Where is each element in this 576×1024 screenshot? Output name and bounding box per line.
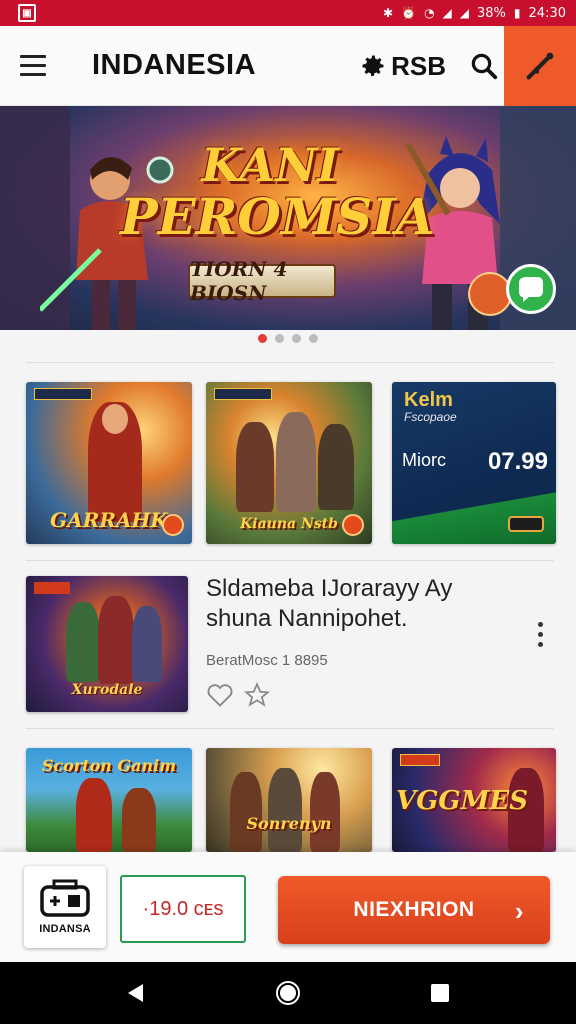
- list-item-thumbnail[interactable]: Xurodale: [26, 576, 188, 712]
- list-item-meta: BeratMosc 1 8895: [206, 652, 328, 669]
- status-bar: ▣ ✱ ⏰ ◔ ◢ ◢ 38% ▮ 24:30: [0, 0, 576, 26]
- action-label: RSB: [391, 50, 446, 81]
- chevron-right-icon: ›: [514, 896, 524, 926]
- search-icon: [471, 53, 498, 80]
- status-time: 24:30: [528, 5, 566, 21]
- recents-icon: [431, 984, 449, 1002]
- brand-label: INDANSA: [39, 923, 91, 935]
- list-item[interactable]: Xurodale Sldameba IJorarayy Ay shuna Nan…: [0, 562, 576, 722]
- play-icon[interactable]: [162, 514, 184, 536]
- system-nav-bar: [0, 962, 576, 1024]
- banner-title-line2: PEROMSIA: [120, 187, 435, 246]
- offer-subtitle: Fscopaoe: [404, 410, 457, 424]
- wand-icon: [526, 52, 554, 80]
- offer-price: 07.99: [487, 448, 548, 475]
- offer-tile[interactable]: Kelm Fscopaoe Miorc 07.99: [392, 382, 556, 544]
- recents-button[interactable]: [420, 973, 460, 1013]
- character-badge-icon[interactable]: [468, 272, 512, 316]
- offer-label: Miorc: [402, 450, 446, 470]
- gamepad-icon: [40, 879, 90, 917]
- divider: [26, 560, 554, 561]
- game-tile[interactable]: Kiauna Nstb: [206, 382, 372, 544]
- search-button[interactable]: [464, 46, 504, 86]
- battery-icon: ▮: [513, 6, 521, 20]
- divider: [26, 728, 554, 729]
- tile-badge: [400, 754, 440, 766]
- brand-logo[interactable]: INDANSA: [24, 866, 106, 948]
- signal-icon-2: ◢: [459, 6, 470, 20]
- offer-title: Kelm: [404, 389, 453, 411]
- back-icon: [128, 984, 143, 1002]
- game-tile[interactable]: VGGMES: [392, 748, 556, 852]
- tile-caption: Sonrenyn: [246, 814, 332, 833]
- divider: [26, 362, 554, 363]
- banner-subtitle: TIORN 4 BIOSN: [188, 257, 336, 305]
- gear-icon: [362, 55, 384, 77]
- carousel-dot[interactable]: [292, 334, 301, 343]
- price-field[interactable]: ·19.0 ᴄᴇs: [120, 875, 246, 943]
- list-item-title-line2: shuna Nannipohet.: [206, 605, 408, 632]
- carousel-indicator[interactable]: [0, 334, 576, 343]
- battery-percent: 38%: [477, 5, 506, 21]
- banner-title-line1: KANI: [201, 138, 339, 192]
- heart-icon[interactable]: [206, 682, 234, 708]
- game-tile[interactable]: GARRAHK: [26, 382, 192, 544]
- tile-caption: VGGMES: [396, 786, 528, 816]
- carousel-dot[interactable]: [275, 334, 284, 343]
- app-screen: ▣ ✱ ⏰ ◔ ◢ ◢ 38% ▮ 24:30 INDANESIA RSB KA…: [0, 0, 576, 1024]
- home-icon: [276, 981, 300, 1005]
- game-tile[interactable]: Sonrenyn: [206, 748, 372, 852]
- tile-caption: Scorton Ganim: [41, 756, 177, 775]
- alarm-icon: ⏰: [401, 6, 417, 20]
- cast-button[interactable]: [504, 26, 576, 106]
- app-notification-icon: ▣: [18, 4, 36, 22]
- more-options-button[interactable]: [528, 616, 552, 652]
- menu-button[interactable]: [20, 44, 64, 88]
- home-button[interactable]: [268, 973, 308, 1013]
- signal-icon: ◢: [442, 6, 452, 20]
- hero-banner[interactable]: KANI PEROMSIA TIORN 4 BIOSN: [0, 106, 576, 330]
- list-item-title: Sldameba IJorarayy Ay shuna Nannipohet.: [206, 574, 506, 634]
- tile-badge: [34, 582, 70, 594]
- play-icon[interactable]: [342, 514, 364, 536]
- offer-button[interactable]: [508, 516, 544, 532]
- wifi-icon: ◔: [424, 6, 435, 20]
- game-tile[interactable]: Scorton Ganim: [26, 748, 192, 852]
- back-button[interactable]: [116, 973, 156, 1013]
- tile-badge: [214, 388, 272, 400]
- carousel-dot[interactable]: [258, 334, 267, 343]
- settings-button[interactable]: RSB: [359, 51, 446, 82]
- bottom-action-bar: INDANSA ·19.0 ᴄᴇs NIEXHRION ›: [0, 852, 576, 962]
- list-item-title-line1: Sldameba IJorarayy Ay: [206, 575, 453, 602]
- primary-action-button[interactable]: NIEXHRION ›: [278, 876, 550, 944]
- carousel-dot[interactable]: [309, 334, 318, 343]
- star-icon[interactable]: [244, 682, 270, 708]
- bluetooth-icon: ✱: [383, 6, 394, 20]
- banner-title: KANI PEROMSIA: [120, 138, 435, 246]
- app-title: INDANESIA: [92, 49, 257, 81]
- chat-icon[interactable]: [506, 264, 556, 314]
- app-bar: INDANESIA RSB: [0, 26, 576, 106]
- list-item-caption: Xurodale: [71, 682, 143, 698]
- tile-badge: [34, 388, 92, 400]
- primary-action-label: NIEXHRION: [353, 898, 475, 921]
